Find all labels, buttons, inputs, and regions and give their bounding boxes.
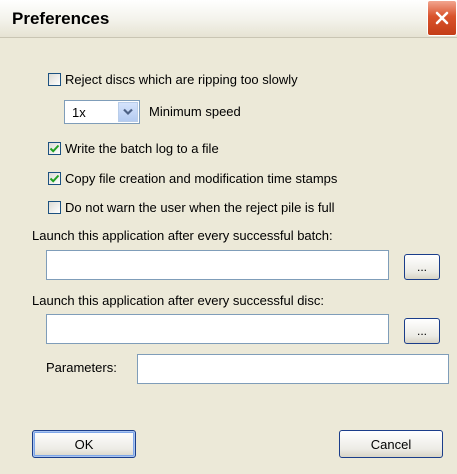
no-warn-option[interactable]: Do not warn the user when the reject pil…	[48, 200, 335, 215]
ok-button[interactable]: OK	[32, 430, 136, 458]
ok-button-label: OK	[74, 436, 94, 452]
launch-batch-label: Launch this application after every succ…	[32, 228, 333, 243]
launch-batch-browse-label: ...	[416, 260, 427, 274]
launch-disc-browse-label: ...	[416, 324, 427, 338]
parameters-label: Parameters:	[46, 360, 117, 375]
write-log-label: Write the batch log to a file	[65, 141, 219, 156]
parameters-input[interactable]	[137, 354, 449, 384]
reject-slow-label: Reject discs which are ripping too slowl…	[65, 72, 298, 87]
copy-timestamps-checkbox[interactable]	[48, 172, 61, 185]
copy-timestamps-option[interactable]: Copy file creation and modification time…	[48, 171, 337, 186]
reject-slow-checkbox[interactable]	[48, 73, 61, 86]
title-bar[interactable]: Preferences	[0, 0, 457, 38]
no-warn-label: Do not warn the user when the reject pil…	[65, 200, 335, 215]
launch-disc-input[interactable]	[46, 314, 389, 344]
checkmark-icon	[49, 144, 60, 153]
close-button[interactable]	[427, 0, 457, 36]
dropdown-button[interactable]	[118, 102, 138, 122]
launch-disc-label: Launch this application after every succ…	[32, 293, 324, 308]
write-log-option[interactable]: Write the batch log to a file	[48, 141, 219, 156]
chevron-down-icon	[123, 108, 133, 116]
preferences-dialog: Preferences Reject discs which are rippi…	[0, 0, 457, 474]
minimum-speed-select[interactable]: 1x	[64, 100, 140, 124]
cancel-button[interactable]: Cancel	[339, 430, 443, 458]
minimum-speed-label: Minimum speed	[149, 104, 241, 119]
reject-slow-option[interactable]: Reject discs which are ripping too slowl…	[48, 72, 298, 87]
checkmark-icon	[49, 174, 60, 183]
copy-timestamps-label: Copy file creation and modification time…	[65, 171, 338, 186]
launch-batch-browse-button[interactable]: ...	[404, 254, 440, 280]
write-log-checkbox[interactable]	[48, 142, 61, 155]
launch-disc-browse-button[interactable]: ...	[404, 318, 440, 344]
minimum-speed-value: 1x	[72, 105, 86, 120]
window-title: Preferences	[12, 9, 110, 28]
no-warn-checkbox[interactable]	[48, 201, 61, 214]
launch-batch-input[interactable]	[46, 250, 389, 280]
close-icon	[435, 11, 449, 25]
cancel-button-label: Cancel	[370, 436, 412, 452]
